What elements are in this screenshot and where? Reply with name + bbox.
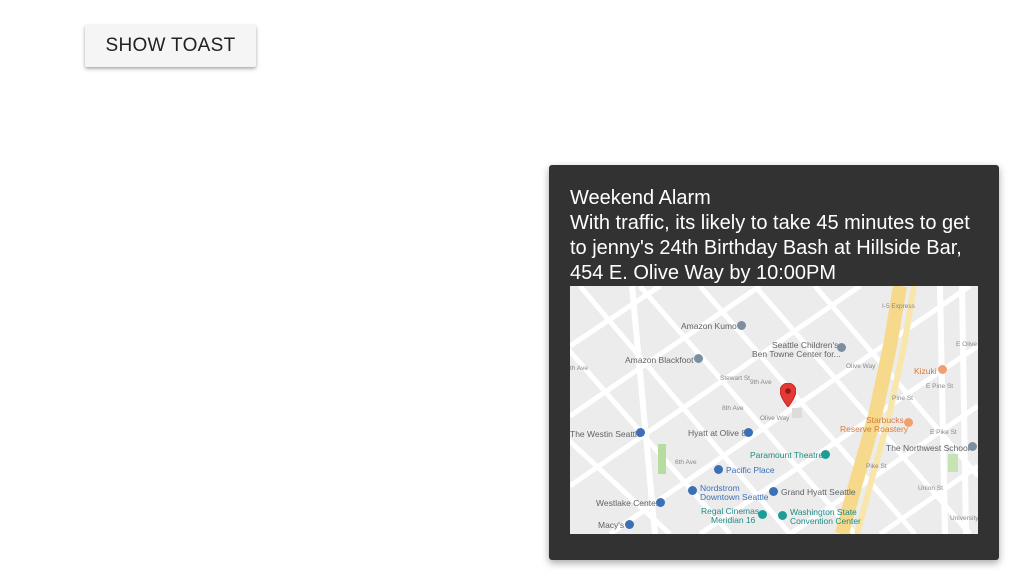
macys-pin-icon — [625, 520, 634, 529]
map-label-northwest-school: The Northwest School — [886, 443, 970, 453]
map-label-macys: Macy's — [598, 520, 625, 530]
hyatt-olive-pin-icon — [744, 428, 753, 437]
toast-message: With traffic, its likely to take 45 minu… — [570, 212, 970, 284]
street-pike-st: Pike St — [866, 463, 887, 470]
map-label-nordstrom-2: Downtown Seattle — [700, 492, 769, 502]
map-image: Amazon Kumo Seattle Children's Ben Towne… — [570, 286, 978, 534]
street-university: University St — [950, 515, 978, 522]
show-toast-button[interactable]: SHOW TOAST — [85, 25, 256, 67]
starbucks-pin-icon — [904, 418, 913, 427]
map-label-pacific-place: Pacific Place — [726, 465, 775, 475]
toast: Weekend Alarm With traffic, its likely t… — [549, 165, 999, 560]
northwest-school-pin-icon — [968, 442, 977, 451]
regal-pin-icon — [758, 510, 767, 519]
street-olive-way: Olive Way — [760, 415, 790, 422]
toast-title: Weekend Alarm — [570, 187, 711, 209]
map-label-amazon-blackfoot: Amazon Blackfoot — [625, 355, 694, 365]
street-i5: I-5 Express — [882, 303, 915, 310]
map-label-reserve-roastery: Reserve Roastery — [840, 424, 909, 434]
map-label-westlake: Westlake Center — [596, 498, 659, 508]
map-label-amazon-kumo: Amazon Kumo — [681, 321, 737, 331]
map-label-grand-hyatt: Grand Hyatt Seattle — [781, 487, 856, 497]
seattle-childrens-pin-icon — [837, 343, 846, 352]
street-e-pine-st: E Pine St — [926, 383, 954, 390]
map-label-regal-2: Meridian 16 — [711, 515, 756, 525]
grand-hyatt-pin-icon — [769, 487, 778, 496]
street-union: Union St — [918, 485, 943, 492]
toast-text: Weekend Alarm With traffic, its likely t… — [570, 186, 985, 286]
map-label-wscc-2: Convention Center — [790, 516, 861, 526]
street-6th-ave: 6th Ave — [675, 459, 697, 466]
map-label-kizuki: Kizuki — [914, 366, 937, 376]
westlake-pin-icon — [656, 498, 665, 507]
amazon-blackfoot-pin-icon — [694, 354, 703, 363]
nordstrom-pin-icon — [688, 486, 697, 495]
street-stewart: Stewart St — [720, 375, 750, 382]
westin-pin-icon — [636, 428, 645, 437]
map-label-westin: The Westin Seattle — [570, 429, 642, 439]
street-8th-ave: 8th Ave — [722, 405, 744, 412]
amazon-kumo-pin-icon — [737, 321, 746, 330]
map-label-paramount: Paramount Theatre — [750, 450, 824, 460]
street-pine-st: Pine St — [892, 395, 913, 402]
paramount-pin-icon — [821, 450, 830, 459]
street-th-ave: th Ave — [570, 365, 588, 372]
street-olive-way-2: Olive Way — [846, 363, 876, 370]
destination-marker-icon — [780, 383, 796, 407]
page: SHOW TOAST Weekend Alarm With traffic, i… — [0, 0, 1012, 583]
street-e-olive: E Olive St — [956, 341, 978, 348]
map-label-ben-towne: Ben Towne Center for... — [752, 349, 841, 359]
street-9th-ave: 9th Ave — [750, 379, 772, 386]
pacific-place-pin-icon — [714, 465, 723, 474]
wscc-pin-icon — [778, 511, 787, 520]
kizuki-pin-icon — [938, 365, 947, 374]
map-roads — [570, 286, 978, 534]
map-label-hyatt-olive: Hyatt at Olive 8 — [688, 428, 747, 438]
street-e-pike-st: E Pike St — [930, 429, 957, 436]
